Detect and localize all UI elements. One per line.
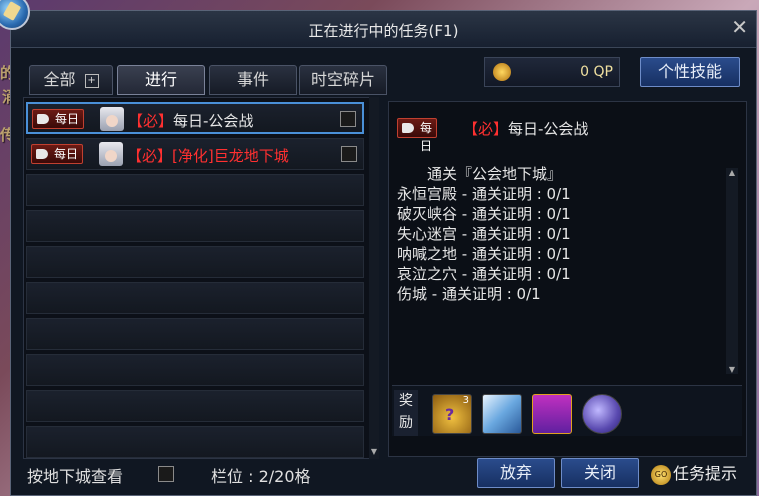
empty-row (26, 426, 364, 458)
window-title: 正在进行中的任务(F1) (308, 22, 459, 40)
objective-line: 失心迷宫 - 通关证明 : 0/1 (397, 225, 571, 243)
qp-coin-icon (493, 63, 511, 81)
crystal-reward-icon[interactable] (482, 394, 522, 434)
quest-list-scrollbar[interactable]: ▼ (369, 97, 379, 459)
empty-row (26, 390, 364, 422)
tab-in-progress-label: 进行 (144, 70, 177, 89)
empty-row (26, 174, 364, 206)
dungeon-view-label: 按地下城查看 (27, 467, 124, 486)
objective-line: 永恒宫殿 - 通关证明 : 0/1 (397, 185, 571, 203)
objective-line: 伤城 - 通关证明 : 0/1 (397, 285, 541, 303)
required-prefix: 【必】 (463, 120, 509, 138)
daily-badge-label: 每日 (55, 112, 80, 126)
quest-list: 每日 【必】每日-公会战 每日 【必】[净化]巨龙地下城 (23, 97, 377, 459)
objective-line: 破灭峡谷 - 通关证明 : 0/1 (397, 205, 571, 223)
tab-all[interactable]: 全部 + (29, 65, 113, 95)
objective-heading: 通关『公会地下城』 (427, 165, 563, 183)
tab-all-label: 全部 (43, 70, 76, 89)
mystery-bag-reward-icon[interactable]: 3 ? (432, 394, 472, 434)
orb-reward-icon[interactable] (582, 394, 622, 434)
quest-title: 【必】每日-公会战 (128, 110, 253, 131)
quest-detail-panel: 每日 【必】每日-公会战 通关『公会地下城』 永恒宫殿 - 通关证明 : 0/1… (388, 101, 747, 457)
scroll-down-icon[interactable]: ▼ (369, 447, 379, 459)
objective-line: 哀泣之穴 - 通关证明 : 0/1 (397, 265, 571, 283)
close-button[interactable]: 关闭 (561, 458, 639, 488)
daily-badge-label: 每日 (54, 147, 79, 161)
empty-row (26, 246, 364, 278)
personal-skill-button[interactable]: 个性技能 (640, 57, 740, 87)
required-prefix: 【必】 (127, 147, 173, 165)
dungeon-view-checkbox[interactable] (158, 466, 174, 482)
track-checkbox[interactable] (340, 111, 356, 127)
reward-bar: 奖励 3 ? (392, 385, 742, 436)
daily-badge: 每日 (31, 144, 84, 164)
tab-in-progress[interactable]: 进行 (117, 65, 205, 95)
slots-label: 栏位 : 2/20格 (211, 467, 311, 486)
detail-title: 【必】每日-公会战 (463, 118, 588, 139)
quest-title: 【必】[净化]巨龙地下城 (127, 145, 289, 166)
daily-badge: 每日 (397, 118, 438, 153)
scroll-down-icon[interactable]: ▼ (726, 365, 738, 374)
quest-hint-button[interactable]: GO 任务提示 (651, 460, 737, 485)
npc-avatar-icon (99, 142, 123, 166)
reward-count: 3 (462, 395, 469, 406)
required-prefix: 【必】 (128, 112, 174, 130)
quest-window: 正在进行中的任务(F1) ✕ 全部 + 进行 事件 时空碎片 0 QP 个性技能… (10, 10, 757, 496)
empty-row (26, 282, 364, 314)
daily-badge-label: 每日 (420, 121, 433, 153)
objective-line: 呐喊之地 - 通关证明 : 0/1 (397, 245, 571, 263)
npc-avatar-icon (100, 107, 124, 131)
tab-time-fragments-label: 时空碎片 (310, 70, 375, 89)
expand-plus-icon[interactable]: + (84, 73, 99, 88)
empty-row (26, 318, 364, 350)
reward-label: 奖励 (394, 390, 418, 436)
empty-row (26, 210, 364, 242)
track-checkbox[interactable] (341, 146, 357, 162)
quest-row-1[interactable]: 每日 【必】每日-公会战 (26, 102, 364, 134)
detail-quest-name: 每日-公会战 (508, 120, 589, 138)
empty-row (26, 354, 364, 386)
question-mark-icon: ? (445, 405, 455, 424)
gift-box-reward-icon[interactable] (532, 394, 572, 434)
tab-events-label: 事件 (236, 70, 269, 89)
go-icon: GO (651, 464, 671, 485)
qp-display: 0 QP (484, 57, 620, 87)
daily-badge: 每日 (32, 109, 85, 129)
close-icon[interactable]: ✕ (731, 17, 748, 37)
qp-value: 0 QP (580, 64, 613, 80)
quest-row-2[interactable]: 每日 【必】[净化]巨龙地下城 (26, 138, 364, 170)
detail-scrollbar[interactable]: ▲ ▼ (726, 168, 738, 374)
abandon-button[interactable]: 放弃 (477, 458, 555, 488)
objective-list: 通关『公会地下城』 永恒宫殿 - 通关证明 : 0/1 破灭峡谷 - 通关证明 … (397, 164, 571, 304)
scroll-up-icon[interactable]: ▲ (726, 168, 738, 177)
tab-events[interactable]: 事件 (209, 65, 297, 95)
quest-name: [净化]巨龙地下城 (172, 147, 289, 165)
tab-time-fragments[interactable]: 时空碎片 (299, 65, 387, 95)
title-bar[interactable]: 正在进行中的任务(F1) ✕ (11, 11, 756, 48)
quest-hint-label: 任务提示 (673, 464, 738, 483)
quest-name: 每日-公会战 (173, 112, 254, 130)
